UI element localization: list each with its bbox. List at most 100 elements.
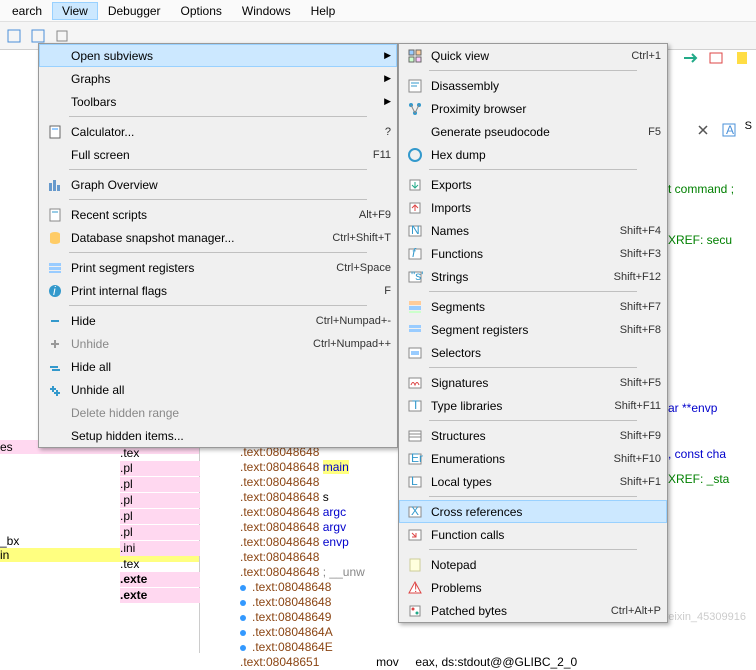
menu-item-hide[interactable]: HideCtrl+Numpad+- [39,309,397,332]
toolbar-right-icon[interactable] [680,48,700,68]
menu-item-strings[interactable]: "s"StringsShift+F12 [399,265,667,288]
menu-shortcut: Shift+F4 [620,225,661,237]
menu-item-functions[interactable]: fFunctionsShift+F3 [399,242,667,265]
menu-item-label: Generate pseudocode [431,125,638,139]
menu-item-label: Exports [431,178,661,192]
menu-item-selectors[interactable]: Selectors [399,341,667,364]
menu-search[interactable]: earch [2,2,52,20]
blank-icon [405,123,425,141]
menu-shortcut: F11 [373,149,391,161]
menu-item-label: Database snapshot manager... [71,231,322,245]
submenu-arrow-icon: ▶ [381,50,391,61]
plus-icon [45,335,65,353]
toolbar-right-icon[interactable] [706,48,726,68]
menu-item-open-subviews[interactable]: Open subviews▶ [39,44,397,67]
menu-item-label: Unhide [71,337,303,351]
menu-item-recent-scripts[interactable]: Recent scriptsAlt+F9 [39,203,397,226]
graph-icon [45,176,65,194]
menu-shortcut: Ctrl+1 [631,50,661,62]
menu-item-label: Print segment registers [71,261,326,275]
menu-item-full-screen[interactable]: Full screenF11 [39,143,397,166]
menu-item-label: Cross references [431,505,661,519]
hex-icon [405,146,425,164]
menu-item-disassembly[interactable]: Disassembly [399,74,667,97]
toolbar-icon[interactable] [4,26,24,46]
menu-shortcut: Shift+F9 [620,430,661,442]
menu-item-label: Hide all [71,360,391,374]
menu-item-proximity-browser[interactable]: Proximity browser [399,97,667,120]
blank-icon [45,427,65,445]
menu-item-print-segment-registers[interactable]: Print segment registers Ctrl+Space [39,256,397,279]
eye-icon [405,47,425,65]
menu-item-imports[interactable]: Imports [399,196,667,219]
menu-item-unhide-all[interactable]: Unhide all [39,378,397,401]
menu-item-label: Toolbars [71,95,381,109]
menu-item-print-internal-flags[interactable]: iPrint internal flagsF [39,279,397,302]
sel-icon [405,344,425,362]
menu-shortcut: Shift+F1 [620,476,661,488]
menu-item-patched-bytes[interactable]: Patched bytesCtrl+Alt+P [399,599,667,622]
view-menu: Open subviews▶Graphs▶Toolbars▶Calculator… [38,43,398,448]
menu-item-structures[interactable]: StructuresShift+F9 [399,424,667,447]
menu-item-quick-view[interactable]: Quick view Ctrl+1 [399,44,667,67]
menu-item-delete-hidden-range: Delete hidden range [39,401,397,424]
menu-windows[interactable]: Windows [232,2,301,20]
menu-item-exports[interactable]: Exports [399,173,667,196]
menu-item-graphs[interactable]: Graphs▶ [39,67,397,90]
menu-item-label: Delete hidden range [71,406,391,420]
menu-item-label: Quick view [431,49,621,63]
menu-shortcut: Alt+F9 [359,209,391,221]
menu-item-generate-pseudocode[interactable]: Generate pseudocode F5 [399,120,667,143]
menu-item-notepad[interactable]: Notepad [399,553,667,576]
toolbar-right-icon[interactable] [732,48,752,68]
menu-item-hex-dump[interactable]: Hex dump [399,143,667,166]
menu-item-label: Graph Overview [71,178,391,192]
menu-options[interactable]: Options [171,2,232,20]
menu-item-names[interactable]: N Names Shift+F4 [399,219,667,242]
svg-text:i: i [53,284,56,298]
menu-help[interactable]: Help [301,2,346,20]
right-code-pane: t command ; XREF: secu ar **envp , const… [668,100,756,488]
svg-text:En: En [411,451,423,465]
menu-item-local-types[interactable]: LLocal typesShift+F1 [399,470,667,493]
menu-item-label: Names [431,224,610,238]
menu-item-setup-hidden-items-[interactable]: Setup hidden items... [39,424,397,447]
menu-item-hide-all[interactable]: Hide all [39,355,397,378]
menu-item-signatures[interactable]: SignaturesShift+F5 [399,371,667,394]
menu-view[interactable]: View [52,2,98,20]
menu-item-label: Hide [71,314,306,328]
menu-item-label: Enumerations [431,452,604,466]
menu-item-database-snapshot-manager-[interactable]: Database snapshot manager...Ctrl+Shift+T [39,226,397,249]
menu-shortcut: F5 [648,126,661,138]
menu-item-calculator-[interactable]: Calculator...? [39,120,397,143]
type-icon: T [405,397,425,415]
menu-item-label: Strings [431,270,604,284]
menu-item-segments[interactable]: SegmentsShift+F7 [399,295,667,318]
menu-item-type-libraries[interactable]: TType librariesShift+F11 [399,394,667,417]
import-icon [405,199,425,217]
svg-text:N: N [411,223,420,237]
xref-icon: X [405,503,425,521]
menu-item-label: Signatures [431,376,610,390]
menu-item-function-calls[interactable]: Function calls [399,523,667,546]
menu-item-segment-registers[interactable]: Segment registersShift+F8 [399,318,667,341]
menu-debugger[interactable]: Debugger [98,2,171,20]
menu-item-problems[interactable]: !Problems [399,576,667,599]
sig-icon [405,374,425,392]
menu-item-graph-overview[interactable]: Graph Overview [39,173,397,196]
minus-icon [45,312,65,330]
menu-shortcut: Ctrl+Space [336,262,391,274]
menu-item-cross-references[interactable]: X Cross references [399,500,667,523]
menu-item-label: Graphs [71,72,381,86]
info-icon: i [45,282,65,300]
calls-icon [405,526,425,544]
menu-item-toolbars[interactable]: Toolbars▶ [39,90,397,113]
menu-item-label: Local types [431,475,610,489]
menu-item-unhide: UnhideCtrl+Numpad++ [39,332,397,355]
db-icon [45,229,65,247]
menu-shortcut: Shift+F11 [614,400,661,412]
menu-item-label: Unhide all [71,383,391,397]
menu-item-label: Problems [431,581,661,595]
patch-icon [405,602,425,620]
menu-item-enumerations[interactable]: EnEnumerationsShift+F10 [399,447,667,470]
